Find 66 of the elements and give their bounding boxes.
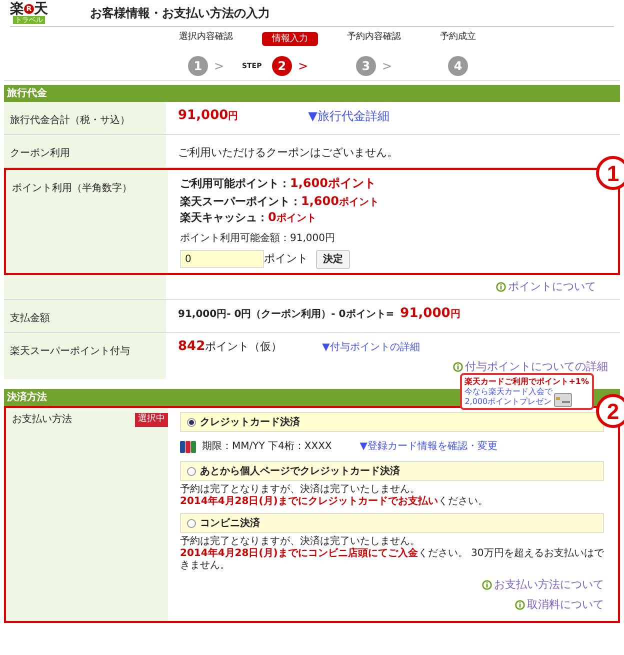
apply-button[interactable]: 決定 (316, 250, 350, 268)
grant-detail-link[interactable]: ▼付与ポイントの詳細 (322, 340, 420, 355)
info-icon (453, 362, 463, 372)
payment-formula: 91,000円- 0円（クーポン利用）- 0ポイント= (178, 308, 394, 322)
fee-detail-link[interactable]: ▼旅行代金詳細 (308, 106, 390, 125)
step-number: 1 (188, 56, 208, 76)
row-label: お支払い方法 (12, 412, 72, 427)
row-label: ポイント利用（半角数字） (12, 183, 132, 194)
row-label: 楽天スーパーポイント付与 (10, 346, 130, 357)
available-points: 1,600ポイント (290, 175, 376, 192)
annotation-number: 1 (596, 156, 624, 190)
step-label: 情報入力 (262, 32, 318, 46)
page-title: お客様情報・お支払い方法の入力 (90, 5, 270, 22)
credit-card-icon (554, 393, 572, 407)
promo-headline: 楽天カードご利用でポイント+1% (464, 376, 589, 387)
step-label: 予約内容確認 (346, 32, 402, 42)
payment-deadline: 2014年4月28日(月)までにコンビニ店頭にてご入金 ください。 30万円を超えるお支払いはできません。 (180, 548, 604, 572)
payment-option[interactable]: クレジットカード決済 (180, 412, 604, 432)
info-link[interactable]: お支払い方法について (494, 577, 604, 594)
row-label: 旅行代金合計（税・サ込） (10, 115, 130, 126)
radio-button[interactable] (187, 466, 196, 476)
coupon-text: ご利用いただけるクーポンはございません。 (178, 146, 398, 159)
points-value: 0ポイント (268, 210, 316, 226)
info-link[interactable]: 付与ポイントについての詳細 (465, 358, 608, 375)
grant-points: 842ポイント（仮） (178, 338, 282, 356)
step-number: 4 (448, 56, 468, 76)
card-brand-icon (180, 440, 196, 452)
payment-option[interactable]: あとから個人ページでクレジットカード決済 (180, 461, 604, 481)
row-label: クーポン利用 (10, 148, 70, 159)
radio-button[interactable] (187, 518, 196, 528)
points-input[interactable]: 0 (180, 250, 264, 268)
logo-text: 楽 (10, 2, 24, 16)
info-icon (515, 600, 525, 610)
step-number: 3 (356, 56, 376, 76)
step-label: 予約成立 (439, 32, 477, 42)
payment-amount: 91,000円 (400, 305, 460, 323)
card-info: 期限：MM/YY 下4桁：XXXX (202, 440, 332, 454)
info-icon (496, 282, 506, 292)
step-label: 選択内容確認 (178, 32, 234, 42)
payment-option[interactable]: コンビニ決済 (180, 513, 604, 533)
step-arrow: > (382, 58, 392, 75)
logo-text: 天 (34, 2, 48, 16)
info-link[interactable]: ポイントについて (508, 278, 596, 295)
points-unit: ポイント (264, 250, 308, 267)
info-icon (482, 580, 492, 590)
points-value: 1,600ポイント (301, 194, 379, 210)
payment-deadline: 2014年4月28日(月)までにクレジットカードでお支払い ください。 (180, 496, 489, 508)
payment-note: 予約は完了となりますが、決済は完了いたしません。 (180, 536, 421, 547)
card-change-link[interactable]: ▼登録カード情報を確認・変更 (360, 439, 498, 454)
total-amount: 91,000円 (178, 107, 238, 125)
step-arrow: > (298, 58, 308, 75)
selected-badge: 選択中 (135, 413, 168, 426)
radio-button[interactable] (187, 418, 196, 426)
available-points-label: ご利用可能ポイント： (180, 176, 290, 192)
step-number: 2 (272, 56, 292, 76)
section-header: 旅行代金 (4, 85, 620, 102)
usable-amount: ポイント利用可能金額：91,000円 (180, 232, 336, 246)
payment-note: 予約は完了となりますが、決済は完了いたしません。 (180, 484, 421, 496)
promo-bubble[interactable]: 楽天カードご利用でポイント+1% 今なら楽天カード入会で 2,000ポイントプレゼン (460, 373, 594, 410)
points-label: 楽天スーパーポイント： (180, 194, 301, 208)
promo-text: 今なら楽天カード入会で (464, 387, 553, 397)
step-arrow: > (214, 58, 224, 75)
row-label: 支払金額 (10, 313, 50, 324)
promo-text: 2,000ポイントプレゼン (464, 397, 553, 407)
info-link[interactable]: 取消料について (527, 596, 604, 613)
points-label: 楽天キャッシュ： (180, 210, 268, 224)
